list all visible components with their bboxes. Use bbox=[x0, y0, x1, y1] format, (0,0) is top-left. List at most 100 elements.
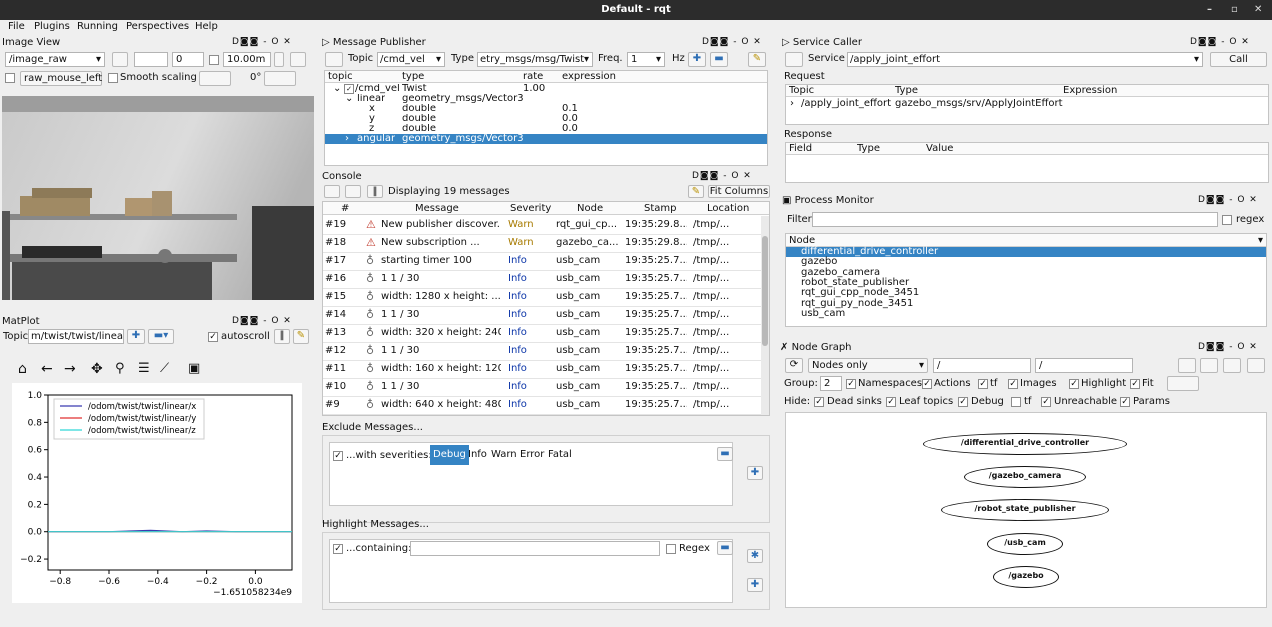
unreachable-checkbox[interactable]: ✓ bbox=[1041, 397, 1051, 407]
publisher-enable-checkbox[interactable]: ✓ bbox=[344, 84, 354, 94]
panel-controls[interactable]: D◙◙ - O ✕ bbox=[1190, 37, 1250, 47]
console-scrollbar[interactable] bbox=[761, 216, 769, 415]
image-topic-select[interactable]: /image_raw ▾ bbox=[5, 52, 105, 67]
graph-topic-filter-input[interactable]: / bbox=[1035, 358, 1133, 373]
process-node-item[interactable]: usb_cam bbox=[786, 308, 1266, 319]
save-image-icon[interactable] bbox=[290, 52, 306, 67]
publisher-row[interactable]: y double 0.0 bbox=[325, 114, 767, 124]
configure-subplots-icon[interactable]: ☰ bbox=[138, 361, 150, 376]
actions-checkbox[interactable]: ✓ bbox=[922, 379, 932, 389]
leaf-topics-checkbox[interactable]: ✓ bbox=[886, 397, 896, 407]
spin-arrows-icon[interactable] bbox=[274, 52, 284, 67]
refresh-icon[interactable] bbox=[112, 52, 128, 67]
close-icon[interactable]: ✕ bbox=[1254, 0, 1262, 20]
console-row[interactable]: ♁ #11 width: 160 x height: 120 Info usb_cam 1… bbox=[323, 360, 761, 379]
distance-checkbox[interactable] bbox=[209, 55, 219, 65]
pan-icon[interactable]: ✥ bbox=[91, 361, 103, 377]
save-svg-icon[interactable] bbox=[1223, 358, 1241, 373]
expand-icon[interactable]: ⌄ bbox=[345, 94, 353, 104]
severity-fatal[interactable]: Fatal bbox=[548, 445, 572, 465]
graph-node[interactable]: /robot_state_publisher bbox=[941, 499, 1109, 521]
console-row[interactable]: ♁ #12 1 1 / 30 Info usb_cam 19:35:25.7.../tmp… bbox=[323, 342, 761, 361]
zoom-icon[interactable]: ⚲ bbox=[115, 361, 125, 376]
clear-publishers-icon[interactable]: ✎ bbox=[748, 52, 766, 67]
process-node-item[interactable]: differential_drive_controller bbox=[786, 247, 1266, 257]
clear-icon[interactable]: ✎ bbox=[293, 329, 309, 344]
freq-select[interactable]: 1 ▾ bbox=[627, 52, 665, 67]
fit-columns-button[interactable]: Fit Columns bbox=[708, 185, 770, 198]
params-checkbox[interactable]: ✓ bbox=[1120, 397, 1130, 407]
save-console-icon[interactable] bbox=[345, 185, 361, 198]
namespaces-checkbox[interactable]: ✓ bbox=[846, 379, 856, 389]
panel-controls[interactable]: D◙◙ - O ✕ bbox=[1198, 342, 1258, 352]
publisher-row[interactable]: ⌄ linear geometry_msgs/Vector3 bbox=[325, 94, 767, 104]
tf-checkbox[interactable]: ✓ bbox=[978, 379, 988, 389]
regex-checkbox[interactable] bbox=[1222, 215, 1232, 225]
highlight-checkbox[interactable]: ✓ bbox=[1069, 379, 1079, 389]
graph-node[interactable]: /gazebo bbox=[993, 566, 1059, 588]
panel-controls[interactable]: D◙◙ - O ✕ bbox=[232, 37, 292, 47]
refresh-graph-icon[interactable]: ⟳ bbox=[785, 358, 803, 373]
regex-checkbox[interactable] bbox=[666, 544, 676, 554]
expand-icon[interactable]: › bbox=[345, 134, 349, 144]
publisher-row[interactable]: › angular geometry_msgs/Vector3 bbox=[325, 134, 767, 144]
scrollbar-thumb[interactable] bbox=[762, 236, 768, 346]
publisher-row[interactable]: ⌄ ✓/cmd_vel Twist 1.00 bbox=[325, 84, 767, 94]
fit-view-button[interactable] bbox=[1167, 376, 1199, 391]
process-filter-input[interactable] bbox=[812, 212, 1218, 227]
process-node-item[interactable]: rqt_gui_cpp_node_3451 bbox=[786, 288, 1266, 298]
save-dot-icon[interactable] bbox=[1200, 358, 1218, 373]
add-highlight-icon[interactable]: ✚ bbox=[747, 578, 763, 592]
smooth-scaling-checkbox[interactable] bbox=[108, 73, 118, 83]
highlight-icon[interactable]: ✱ bbox=[747, 549, 763, 563]
console-row[interactable]: ⚠ #19 New publisher discover... Warn rqt_gui… bbox=[323, 216, 761, 235]
pause-icon[interactable]: ‖ bbox=[274, 329, 290, 344]
console-row[interactable]: ♁ #16 1 1 / 30 Info usb_cam 19:35:25.7.../tmp… bbox=[323, 270, 761, 289]
distance-input[interactable]: 10.00m bbox=[223, 52, 271, 67]
publisher-topic-select[interactable]: /cmd_vel ▾ bbox=[377, 52, 445, 67]
service-plugin-icon[interactable] bbox=[785, 52, 803, 67]
expand-icon[interactable]: › bbox=[790, 98, 794, 109]
add-publisher-icon[interactable]: ✚ bbox=[688, 52, 706, 67]
console-row[interactable]: ♁ #15 width: 1280 x height: ... Info usb_cam… bbox=[323, 288, 761, 307]
panel-controls[interactable]: D◙◙ - O ✕ bbox=[702, 37, 762, 47]
hide-tf-checkbox[interactable] bbox=[1011, 397, 1021, 407]
forward-icon[interactable]: → bbox=[64, 361, 76, 377]
plugin-icon[interactable] bbox=[325, 52, 343, 67]
mouse-checkbox[interactable] bbox=[5, 73, 15, 83]
group-spinbox[interactable]: 2 bbox=[820, 376, 842, 391]
console-row[interactable]: ⚠ #18 New subscription ... Warn gazebo_ca...… bbox=[323, 234, 761, 253]
back-icon[interactable]: ← bbox=[41, 361, 53, 377]
save-image-icon[interactable] bbox=[1247, 358, 1265, 373]
dead-sinks-checkbox[interactable]: ✓ bbox=[814, 397, 824, 407]
rotate-right-button[interactable] bbox=[264, 71, 296, 86]
autoscroll-checkbox[interactable]: ✓ bbox=[208, 332, 218, 342]
graph-filter-input[interactable]: / bbox=[933, 358, 1031, 373]
menu-running[interactable]: Running bbox=[77, 21, 118, 32]
console-row[interactable]: ♁ #9 width: 640 x height: 480 Info usb_cam 19… bbox=[323, 396, 761, 415]
menu-perspectives[interactable]: Perspectives bbox=[126, 21, 189, 32]
containing-input[interactable] bbox=[410, 541, 660, 556]
exclude-checkbox[interactable]: ✓ bbox=[333, 451, 343, 461]
publisher-type-select[interactable]: etry_msgs/msg/Twist ▾ bbox=[477, 52, 593, 67]
panel-controls[interactable]: D◙◙ - O ✕ bbox=[232, 316, 292, 326]
debug-checkbox[interactable]: ✓ bbox=[958, 397, 968, 407]
service-select[interactable]: /apply_joint_effort ▾ bbox=[847, 52, 1203, 67]
console-row[interactable]: ♁ #17 starting timer 100 Info usb_cam 19:35:2… bbox=[323, 252, 761, 271]
add-exclude-icon[interactable]: ✚ bbox=[747, 466, 763, 480]
graph-node[interactable]: /usb_cam bbox=[987, 533, 1063, 555]
fit-checkbox[interactable]: ✓ bbox=[1130, 379, 1140, 389]
pause-console-icon[interactable] bbox=[324, 185, 340, 198]
graph-canvas[interactable]: /differential_drive_controller /gazebo_c… bbox=[785, 412, 1267, 608]
publisher-row[interactable]: x double 0.1 bbox=[325, 104, 767, 114]
matplot-topic-input[interactable]: m/twist/twist/linear bbox=[28, 329, 124, 344]
sort-icon[interactable]: ▾ bbox=[1258, 234, 1263, 247]
publisher-row[interactable]: z double 0.0 bbox=[325, 124, 767, 134]
highlight-checkbox[interactable]: ✓ bbox=[333, 544, 343, 554]
menu-help[interactable]: Help bbox=[195, 21, 218, 32]
save-figure-icon[interactable]: ▣ bbox=[188, 361, 200, 376]
panel-controls[interactable]: D◙◙ - O ✕ bbox=[692, 171, 752, 181]
severity-info[interactable]: Info bbox=[468, 445, 487, 465]
menu-file[interactable]: File bbox=[8, 21, 25, 32]
graph-mode-select[interactable]: Nodes only ▾ bbox=[808, 358, 928, 373]
